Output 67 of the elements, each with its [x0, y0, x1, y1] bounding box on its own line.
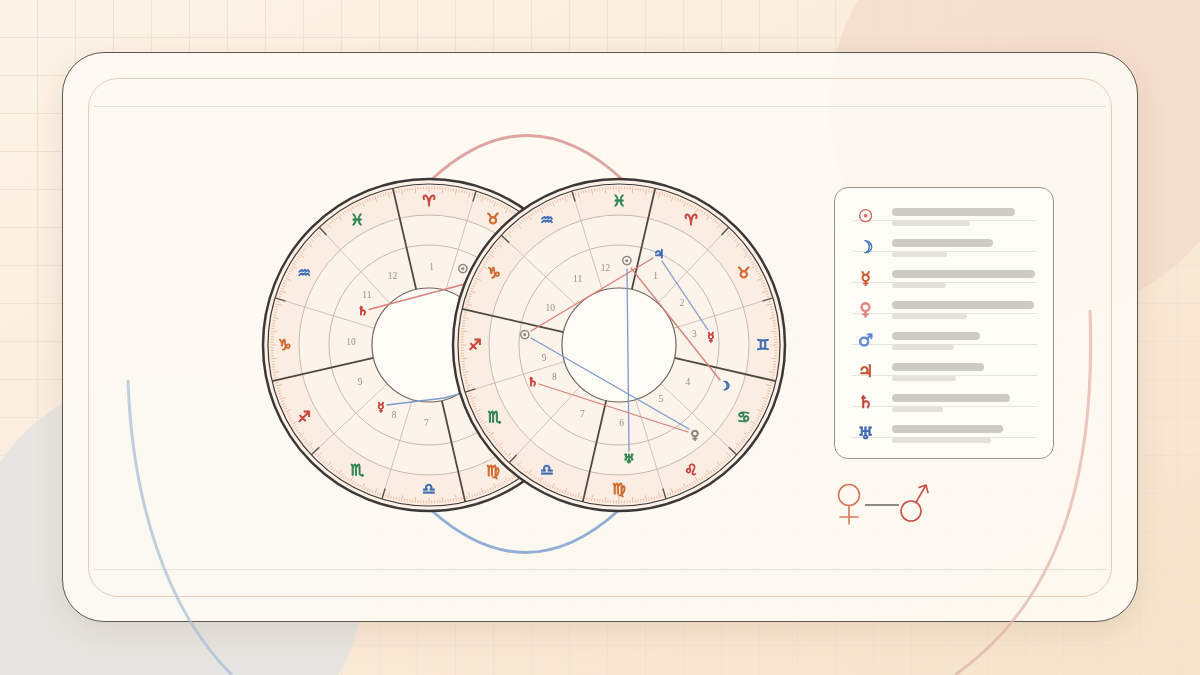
zodiac-sign: ♊ [756, 336, 770, 354]
placeholder-line [891, 251, 947, 257]
house-number: 9 [541, 353, 547, 364]
zodiac-sign: ♌ [684, 460, 698, 479]
house-number: 8 [551, 371, 557, 382]
house-number: 4 [685, 376, 691, 387]
planet-symbol: ♄ [527, 375, 539, 389]
planet-symbol: ☽ [856, 237, 875, 256]
planet-symbol: ☉ [519, 328, 531, 342]
planet-symbol: ♅ [856, 423, 875, 442]
placeholder-line [891, 282, 946, 288]
house-number: 1 [429, 262, 435, 273]
planet-symbol: ☉ [621, 254, 633, 268]
planet-symbol: ♄ [856, 392, 875, 411]
placeholder-line [891, 375, 956, 381]
zodiac-sign: ♉ [737, 264, 751, 282]
zodiac-sign: ♓ [612, 192, 626, 210]
planet-symbol: ♀ [858, 299, 873, 318]
zodiac-sign: ♉ [486, 210, 500, 229]
house-number: 8 [391, 409, 397, 420]
zodiac-sign: ♒ [297, 264, 311, 282]
connector-line [865, 504, 899, 506]
house-number: 2 [679, 297, 685, 308]
zodiac-sign: ♈ [422, 192, 436, 210]
house-number: 12 [387, 271, 398, 282]
house-number: 3 [691, 329, 697, 340]
planet-symbol: ☽ [719, 379, 731, 393]
house-number: 10 [545, 303, 555, 314]
house-number: 11 [573, 273, 583, 284]
house-number: 7 [423, 417, 429, 428]
planet-symbol: ♃ [856, 361, 875, 380]
house-number: 10 [346, 337, 356, 348]
house-number: 7 [580, 408, 585, 419]
planet-symbol: ☿ [859, 268, 872, 287]
zodiac-sign: ♐ [468, 336, 482, 354]
zodiac-sign: ♍ [486, 461, 500, 480]
planet-symbol: ♃ [653, 247, 665, 261]
planet-symbol: ♄ [357, 304, 369, 318]
zodiac-sign: ♑ [278, 336, 292, 354]
placeholder-line [891, 344, 954, 350]
house-number: 1 [653, 271, 658, 282]
zodiac-sign: ♏ [487, 408, 501, 426]
planet-symbol: ♅ [623, 452, 635, 466]
planet-symbol: ☉ [856, 206, 875, 225]
venus-symbol-icon [837, 483, 861, 525]
house-number: 6 [619, 417, 625, 428]
zodiac-sign: ♑ [487, 264, 501, 282]
house-number: 9 [357, 376, 363, 387]
planet-symbol: ♂ [856, 330, 875, 349]
zodiac-sign: ♍ [612, 480, 626, 498]
zodiac-sign: ♐ [297, 408, 311, 426]
zodiac-sign: ♈ [684, 211, 698, 230]
planet-symbol: ☿ [377, 400, 385, 414]
planet-symbol: ♀ [690, 428, 700, 442]
zodiac-sign: ♎ [540, 460, 554, 479]
zodiac-sign: ♋ [737, 408, 751, 426]
house-number: 12 [600, 263, 611, 274]
planet-symbol: ☉ [457, 262, 469, 276]
planet-symbol: ☿ [707, 330, 715, 344]
placeholder-line [891, 406, 943, 412]
zodiac-sign: ♏ [350, 460, 364, 479]
mars-symbol-icon [899, 483, 929, 523]
zodiac-sign: ♎ [422, 480, 436, 498]
zodiac-sign: ♒ [540, 211, 554, 230]
house-number: 5 [658, 393, 664, 404]
zodiac-sign: ♓ [350, 211, 364, 230]
house-number: 11 [362, 289, 372, 300]
